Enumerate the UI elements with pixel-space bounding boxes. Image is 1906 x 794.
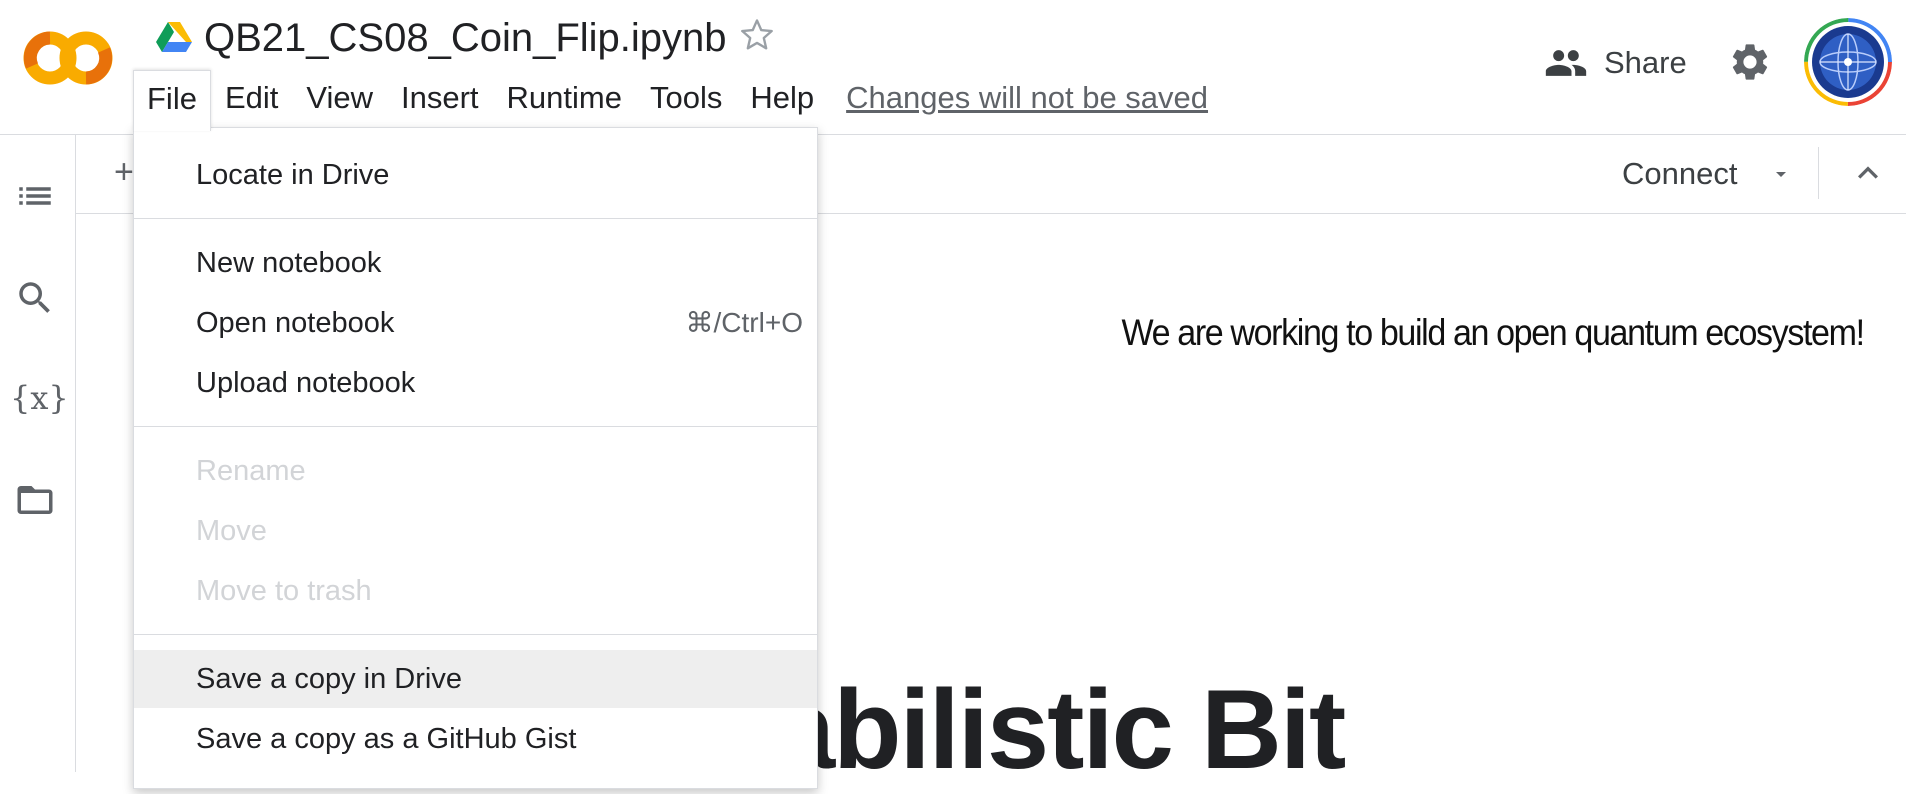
menu-item-new-notebook[interactable]: New notebook [134, 234, 817, 292]
colab-logo[interactable] [20, 28, 116, 88]
menu-bar: File Edit View Insert Runtime Tools Help… [133, 68, 1208, 131]
menu-insert[interactable]: Insert [387, 70, 493, 126]
connect-label: Connect [1622, 156, 1738, 191]
menu-divider [134, 218, 817, 219]
menu-item-label: Locate in Drive [196, 159, 390, 191]
app-header: QB21_CS08_Coin_Flip.ipynb File Edit View… [0, 0, 1906, 135]
menu-help[interactable]: Help [736, 70, 828, 126]
notebook-title[interactable]: QB21_CS08_Coin_Flip.ipynb [204, 14, 727, 62]
menu-file[interactable]: File [133, 69, 211, 131]
menu-item-label: Save a copy in Drive [196, 663, 462, 695]
google-drive-icon[interactable] [156, 20, 192, 52]
people-icon [1545, 50, 1587, 76]
menu-item-locate-in-drive[interactable]: Locate in Drive [134, 146, 817, 204]
menu-item-move: Move [134, 502, 817, 560]
menu-item-upload-notebook[interactable]: Upload notebook [134, 354, 817, 412]
variables-icon[interactable]: {x} [10, 379, 69, 417]
chevron-up-icon[interactable] [1848, 153, 1888, 193]
menu-item-shortcut: ⌘/Ctrl+O [685, 307, 803, 338]
star-icon[interactable] [738, 16, 776, 54]
menu-item-save-copy-as-gist[interactable]: Save a copy as a GitHub Gist [134, 710, 817, 768]
menu-item-label: Rename [196, 455, 306, 487]
menu-item-save-copy-in-drive[interactable]: Save a copy in Drive [134, 650, 817, 708]
menu-item-label: Upload notebook [196, 367, 416, 399]
menu-item-rename: Rename [134, 442, 817, 500]
menu-divider [134, 634, 817, 635]
left-sidebar: {x} [0, 135, 76, 772]
user-avatar[interactable] [1804, 18, 1892, 106]
share-label: Share [1604, 45, 1687, 80]
menu-edit[interactable]: Edit [211, 70, 292, 126]
menu-item-label: Move to trash [196, 575, 372, 607]
table-of-contents-icon[interactable] [14, 175, 56, 217]
toolbar-divider [1818, 147, 1819, 199]
menu-item-label: New notebook [196, 247, 382, 279]
share-button[interactable]: Share [1544, 40, 1687, 86]
menu-item-open-notebook[interactable]: Open notebook ⌘/Ctrl+O [134, 294, 817, 352]
caret-down-icon[interactable] [1769, 162, 1793, 186]
gear-icon[interactable] [1728, 40, 1772, 84]
notebook-tagline: We are working to build an open quantum … [1121, 312, 1865, 353]
changes-not-saved-link[interactable]: Changes will not be saved [828, 80, 1208, 116]
menu-item-move-to-trash: Move to trash [134, 562, 817, 620]
file-menu-dropdown: Locate in Drive New notebook Open notebo… [133, 127, 818, 789]
add-cell-button[interactable]: + [114, 153, 134, 192]
menu-item-label: Move [196, 515, 267, 547]
menu-item-label: Open notebook [196, 307, 395, 339]
menu-runtime[interactable]: Runtime [493, 70, 636, 126]
connect-button[interactable]: Connect [1622, 149, 1793, 199]
menu-item-label: Save a copy as a GitHub Gist [196, 723, 577, 755]
menu-view[interactable]: View [292, 70, 387, 126]
folder-icon[interactable] [14, 479, 56, 521]
menu-divider [134, 426, 817, 427]
menu-tools[interactable]: Tools [636, 70, 736, 126]
search-icon[interactable] [14, 277, 56, 319]
